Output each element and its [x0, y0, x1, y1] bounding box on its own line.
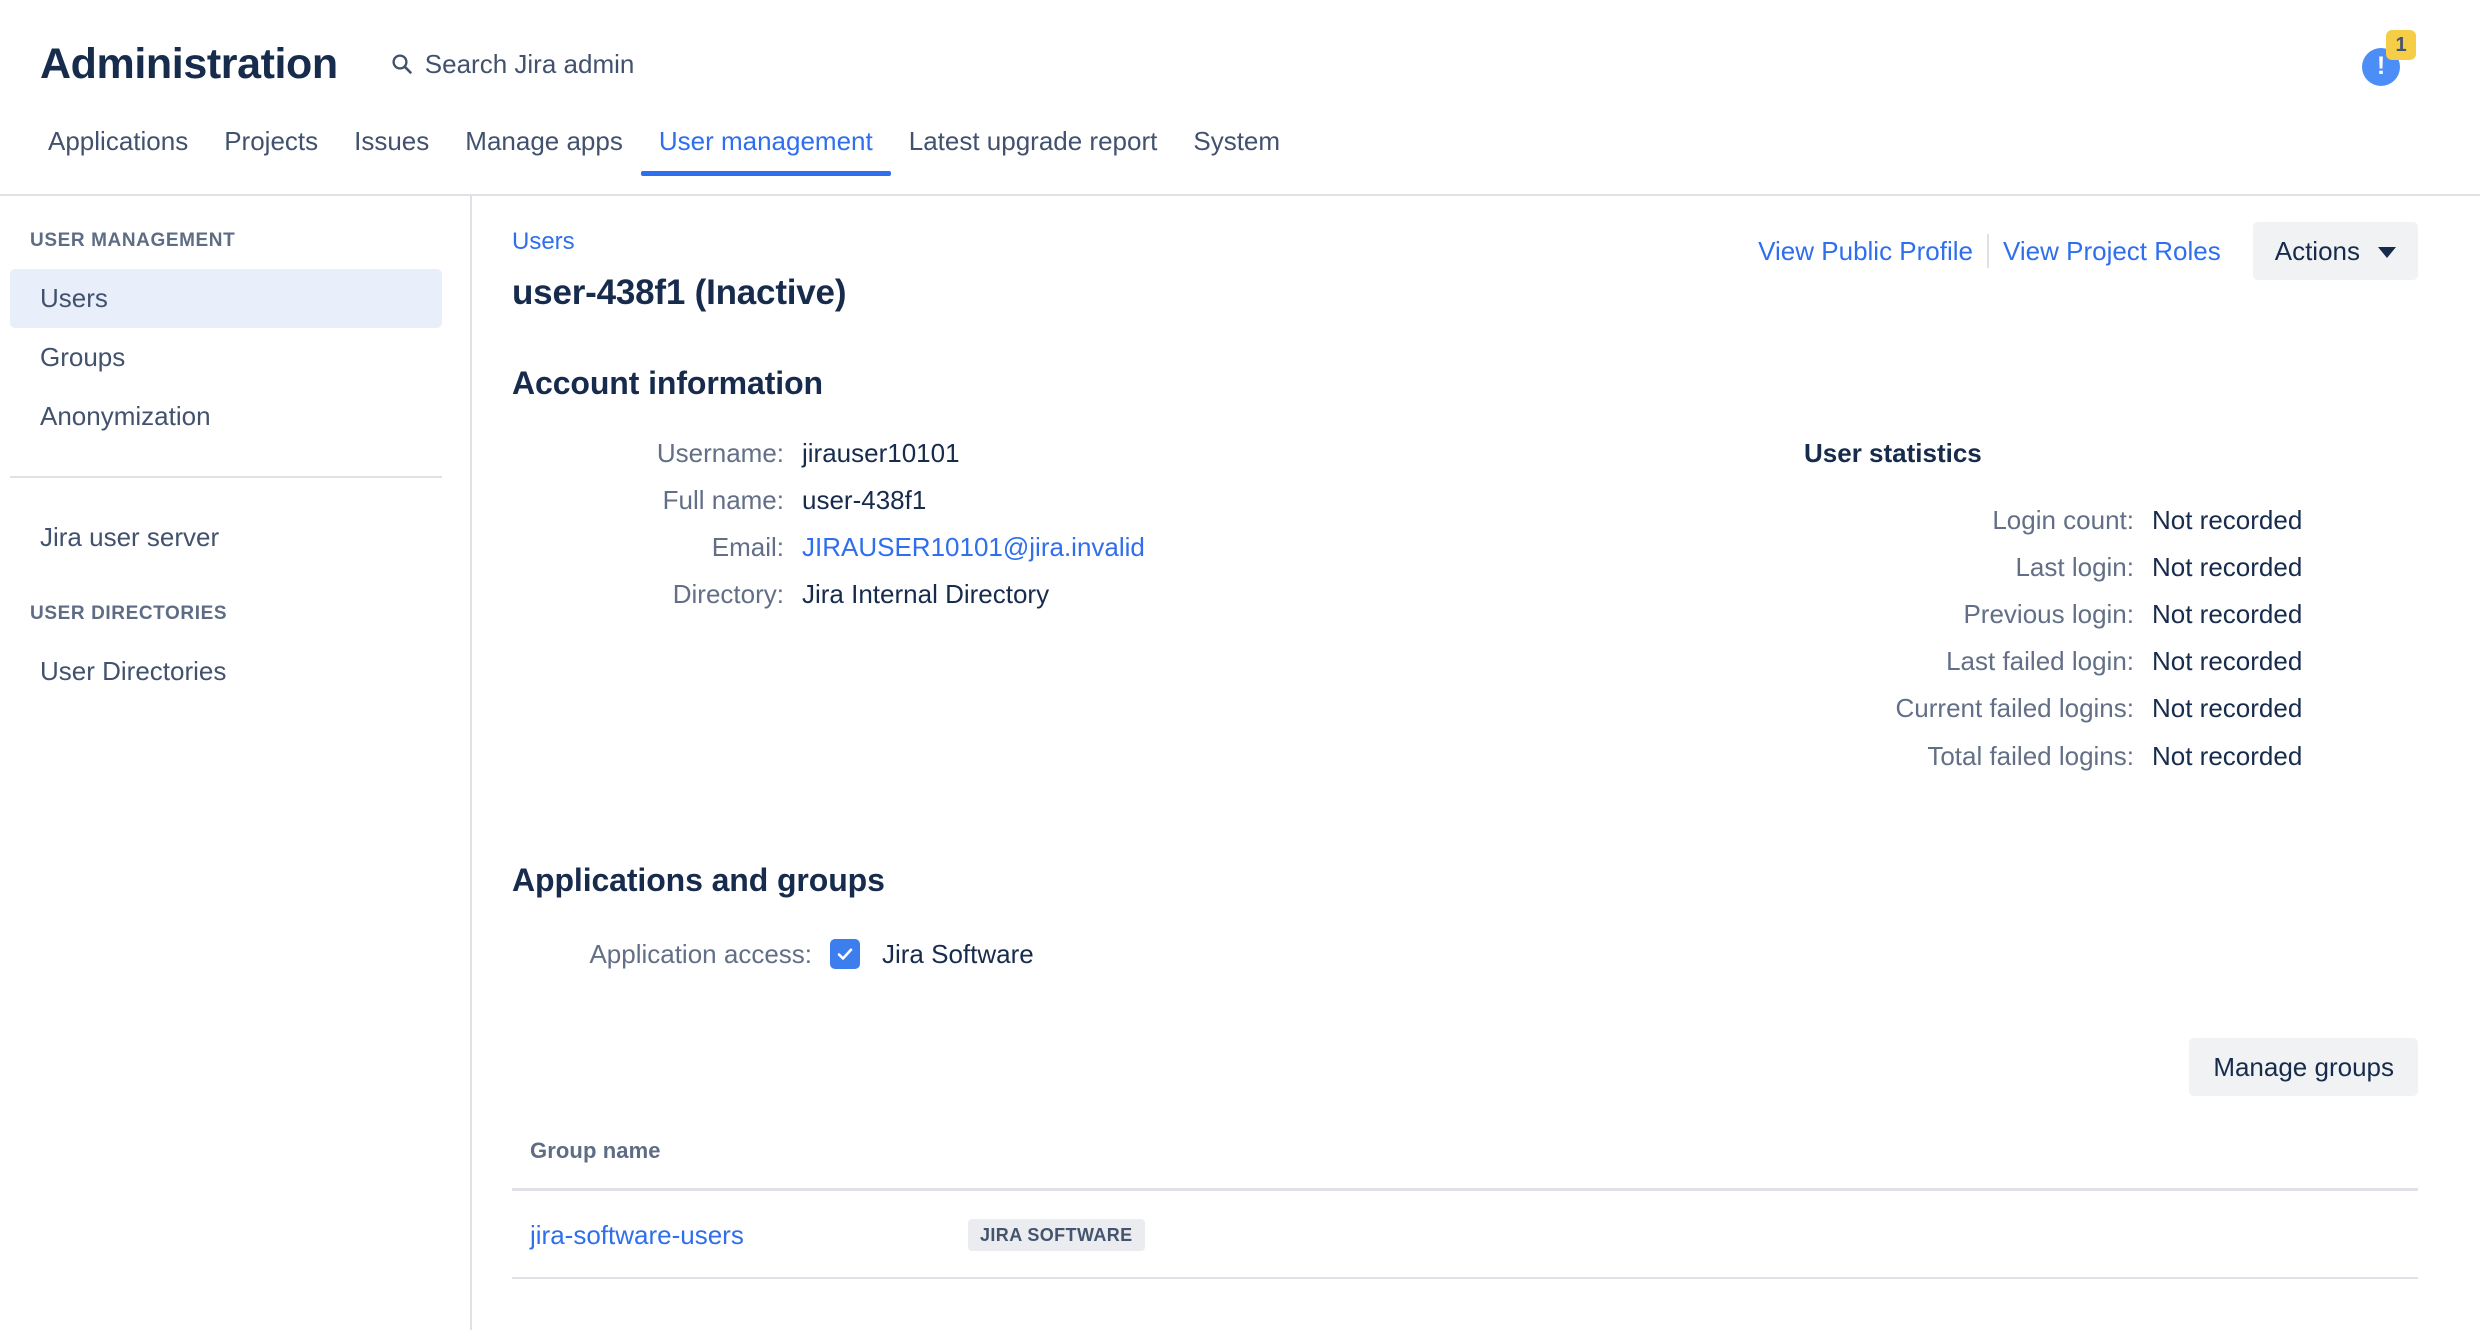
statistic-value: Not recorded [2152, 551, 2303, 582]
nav-tab-projects[interactable]: Projects [206, 128, 336, 174]
statistic-row: Last failed login: Not recorded [1512, 646, 2418, 677]
account-field-value: user-438f1 [802, 484, 927, 515]
sidebar-item-jira-user-server[interactable]: Jira user server [10, 508, 442, 567]
statistic-row: Total failed logins: Not recorded [1512, 741, 2418, 772]
account-field-row: Email: JIRAUSER10101@jira.invalid [512, 532, 1512, 563]
sidebar-group-user-management: Users Groups Anonymization [0, 269, 470, 446]
account-field-value: jirauser10101 [802, 437, 960, 468]
user-statistics-panel: User statistics Login count: Not recorded… [1512, 438, 2418, 788]
nav-tab-manage-apps[interactable]: Manage apps [447, 128, 641, 174]
jira-software-access-checkbox[interactable] [830, 939, 860, 970]
statistic-value: Not recorded [2152, 646, 2303, 677]
notification-indicator[interactable]: ! 1 [2358, 26, 2438, 92]
statistic-value: Not recorded [2152, 504, 2303, 535]
view-project-roles-link[interactable]: View Project Roles [1989, 238, 2235, 264]
statistic-label: Login count: [1992, 504, 2134, 535]
nav-tab-user-management[interactable]: User management [640, 128, 891, 176]
sidebar-item-groups[interactable]: Groups [10, 328, 442, 387]
account-field-label: Directory: [672, 579, 784, 610]
account-information-heading: Account information [512, 364, 823, 401]
account-field-value: Jira Internal Directory [802, 579, 1050, 610]
sidebar-heading-user-directories: USER DIRECTORIES [30, 603, 228, 624]
sidebar-group-directories: User Directories [0, 642, 470, 701]
group-name-link[interactable]: jira-software-users [530, 1220, 744, 1250]
user-statistics-heading: User statistics [1804, 437, 1982, 468]
manage-groups-row: Manage groups [512, 1038, 2418, 1096]
groups-table: Group name jira-software-users JIRA SOFTW… [512, 1138, 2418, 1279]
nav-tab-system[interactable]: System [1175, 128, 1298, 174]
statistic-label: Current failed logins: [1895, 693, 2134, 724]
group-badge-cell: JIRA SOFTWARE [950, 1189, 2418, 1279]
statistic-row: Current failed logins: Not recorded [1512, 693, 2418, 724]
account-and-stats: Username: jirauser10101 Full name: user-438… [512, 438, 2418, 788]
statistic-label: Last login: [2015, 551, 2134, 582]
groups-table-head: Group name [512, 1138, 2418, 1191]
status-badge: JIRA SOFTWARE [968, 1219, 1145, 1251]
account-field-label: Email: [711, 531, 784, 562]
sidebar-divider [10, 476, 442, 478]
page-layout: USER MANAGEMENT Users Groups Anonymization… [0, 196, 2480, 1330]
sidebar-group-server: Jira user server [0, 508, 470, 567]
group-name-cell: jira-software-users [512, 1189, 950, 1279]
statistic-label: Last failed login: [1946, 646, 2134, 677]
application-access-value: Jira Software [882, 939, 1034, 970]
main-content: Users user-438f1 (Inactive) View Public … [472, 196, 2480, 1330]
column-header-badge [950, 1138, 2418, 1191]
statistic-label: Previous login: [1963, 599, 2134, 630]
column-header-group-name: Group name [512, 1138, 950, 1191]
check-icon [837, 948, 853, 961]
groups-table-header-row: Group name [512, 1138, 2418, 1191]
application-access-row: Application access: Jira Software [512, 939, 2418, 970]
statistic-value: Not recorded [2152, 599, 2303, 630]
application-access-label: Application access: [589, 938, 812, 969]
applications-and-groups-heading: Applications and groups [512, 861, 885, 898]
search-label: Search Jira admin [424, 49, 635, 79]
account-information-fields: Username: jirauser10101 Full name: user-438… [512, 438, 1512, 788]
actions-button-label: Actions [2274, 236, 2360, 266]
statistic-value: Not recorded [2152, 693, 2303, 724]
sidebar: USER MANAGEMENT Users Groups Anonymization… [0, 196, 472, 1330]
sidebar-item-anonymization[interactable]: Anonymization [10, 387, 442, 446]
exclamation-glyph: ! [2376, 51, 2386, 80]
view-public-profile-link[interactable]: View Public Profile [1744, 238, 1987, 264]
nav-tab-applications[interactable]: Applications [30, 128, 206, 174]
sidebar-heading-user-management: USER MANAGEMENT [30, 230, 236, 251]
breadcrumb-users[interactable]: Users [512, 230, 575, 254]
manage-groups-button[interactable]: Manage groups [2189, 1038, 2418, 1096]
nav-tab-issues[interactable]: Issues [336, 128, 447, 174]
nav-tab-latest-upgrade-report[interactable]: Latest upgrade report [891, 128, 1176, 174]
header-actions: View Public Profile View Project Roles A… [1744, 222, 2418, 280]
account-field-row: Full name: user-438f1 [512, 485, 1512, 516]
sidebar-item-users[interactable]: Users [10, 269, 442, 328]
search-icon [390, 52, 414, 76]
statistic-row: Last login: Not recorded [1512, 552, 2418, 583]
notification-badge-count: 1 [2386, 30, 2416, 60]
table-row: jira-software-users JIRA SOFTWARE [512, 1189, 2418, 1279]
account-field-row: Username: jirauser10101 [512, 438, 1512, 469]
admin-nav-tabs: Applications Projects Issues Manage apps Use… [0, 128, 2480, 196]
statistic-value: Not recorded [2152, 740, 2303, 771]
statistic-row: Login count: Not recorded [1512, 505, 2418, 536]
account-field-value[interactable]: JIRAUSER10101@jira.invalid [802, 532, 1145, 563]
statistic-row: Previous login: Not recorded [1512, 599, 2418, 630]
account-field-row: Directory: Jira Internal Directory [512, 579, 1512, 610]
sidebar-item-user-directories[interactable]: User Directories [10, 642, 442, 701]
account-field-label: Full name: [662, 484, 784, 515]
top-bar: Administration Search Jira admin ! 1 [0, 0, 2480, 128]
user-statistics-fields: Login count: Not recorded Last login: Not r… [1512, 505, 2418, 772]
chevron-down-icon [2378, 246, 2396, 258]
statistic-label: Total failed logins: [1927, 740, 2134, 771]
actions-button[interactable]: Actions [2252, 222, 2418, 280]
search-jira-admin[interactable]: Search Jira admin [390, 49, 635, 79]
page-header-title: Administration [40, 39, 338, 88]
groups-table-body: jira-software-users JIRA SOFTWARE [512, 1189, 2418, 1279]
account-field-label: Username: [656, 437, 784, 468]
